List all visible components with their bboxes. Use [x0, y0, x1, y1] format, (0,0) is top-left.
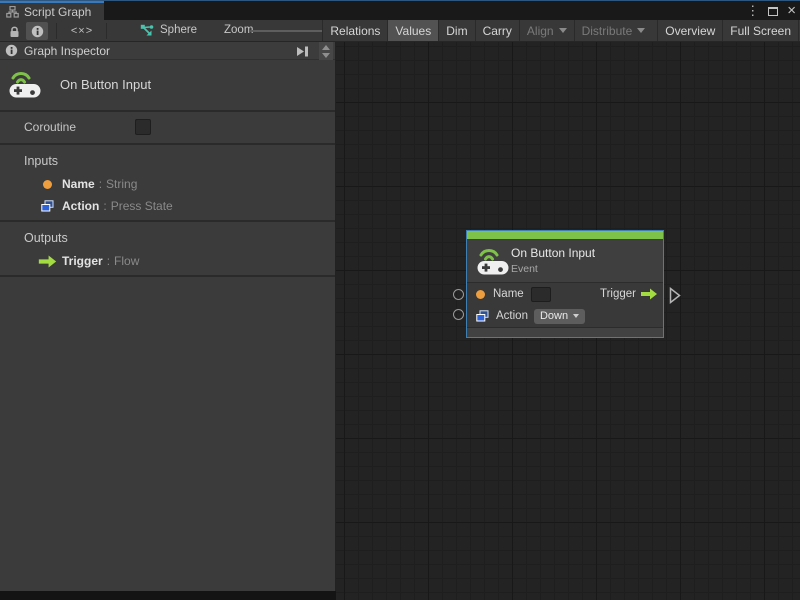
overview-button[interactable]: Overview [657, 20, 723, 41]
chevron-down-icon [573, 314, 580, 318]
flow-arrow-icon[interactable] [641, 288, 657, 300]
info-icon [31, 25, 43, 37]
section-divider [0, 275, 335, 277]
graph-inspector-panel: Graph Inspector On Button Input Coroutin… [0, 42, 336, 591]
window-maximize-icon[interactable] [768, 6, 779, 16]
toolbar-separator [106, 23, 107, 39]
gamepad-icon [8, 72, 42, 99]
distribute-dropdown[interactable]: Distribute [573, 20, 653, 41]
code-view-button[interactable]: <×> [64, 22, 100, 40]
graph-target-label[interactable]: Sphere [160, 20, 197, 41]
panel-bottom-shadow [0, 591, 336, 600]
output-row-trigger: Trigger : Flow [0, 251, 335, 271]
enum-port-icon[interactable] [476, 310, 489, 322]
tab-bar: Script Graph ⋮ × [0, 0, 800, 21]
chevron-down-icon [558, 28, 567, 33]
enum-port-icon [40, 200, 53, 212]
values-button[interactable]: Values [387, 20, 439, 41]
carry-button[interactable]: Carry [474, 20, 519, 41]
chevron-up-icon [322, 44, 330, 50]
port-type: String [106, 177, 138, 191]
dock-panel-icon[interactable] [296, 46, 309, 57]
input-port-action[interactable] [453, 309, 464, 320]
input-row-name: Name : String [0, 174, 335, 194]
node-row-name: Name Trigger [467, 283, 663, 305]
node-title: On Button Input [511, 246, 596, 260]
inspector-title: Graph Inspector [24, 43, 111, 58]
node-color-bar [467, 231, 663, 239]
action-dropdown[interactable]: Down [533, 308, 586, 324]
output-port-trigger[interactable] [669, 287, 681, 304]
panel-scroll-spinner[interactable] [319, 42, 333, 60]
port-name: Action [62, 199, 100, 213]
dim-button[interactable]: Dim [438, 20, 475, 41]
zoom-label: Zoom [224, 24, 254, 36]
graph-toolbar: <×> Sphere Zoom 1x Relations Values Dim … [0, 20, 800, 42]
on-button-input-node[interactable]: On Button Input Event Name Trigger Actio… [466, 230, 664, 338]
trigger-port-label: Trigger [600, 288, 636, 300]
code-icon: <×> [70, 25, 94, 37]
inspector-header: Graph Inspector [0, 42, 335, 60]
unity-script-graph-window: Script Graph ⋮ × <×> Sphere Zoom Relatio… [0, 0, 800, 600]
coroutine-row: Coroutine [0, 112, 335, 143]
node-footer [467, 328, 663, 337]
outputs-header: Outputs [24, 231, 68, 245]
inputs-header: Inputs [24, 154, 59, 168]
input-row-action: Action : Press State [0, 196, 335, 216]
info-icon [5, 44, 18, 57]
tab-title: Script Graph [24, 5, 92, 19]
lock-button[interactable] [4, 22, 24, 40]
toolbar-separator [56, 23, 57, 39]
graph-tab-icon [6, 6, 19, 18]
align-dropdown[interactable]: Align [518, 20, 574, 41]
coroutine-label: Coroutine [24, 120, 77, 134]
string-port-icon [42, 179, 52, 189]
flow-arrow-icon [38, 255, 56, 267]
window-controls: ⋮ × [746, 1, 796, 21]
unit-title-section: On Button Input [0, 60, 335, 110]
node-header[interactable]: On Button Input Event [467, 239, 663, 282]
chevron-down-icon [637, 28, 646, 33]
window-close-icon[interactable]: × [787, 2, 796, 20]
tab-script-graph[interactable]: Script Graph [0, 1, 104, 21]
relations-button[interactable]: Relations [322, 20, 388, 41]
node-row-action: Action Down [467, 305, 663, 327]
full-screen-button[interactable]: Full Screen [722, 20, 799, 41]
inspector-toggle-button[interactable] [26, 22, 48, 40]
outputs-section: Outputs Trigger : Flow [0, 222, 335, 275]
graph-canvas[interactable]: On Button Input Event Name Trigger Actio… [335, 42, 800, 600]
gamepad-icon [476, 249, 510, 276]
name-port-label: Name [493, 288, 524, 300]
lock-icon [10, 26, 18, 37]
action-port-label: Action [496, 310, 528, 322]
port-type: Flow [114, 254, 140, 268]
name-value-input[interactable] [530, 286, 551, 302]
coroutine-checkbox[interactable] [135, 119, 151, 135]
port-name: Trigger [62, 254, 103, 268]
input-port-name[interactable] [453, 289, 464, 300]
graph-pointer-icon [140, 24, 154, 36]
unit-title: On Button Input [60, 77, 152, 92]
window-menu-icon[interactable]: ⋮ [746, 1, 759, 21]
port-name: Name [62, 177, 95, 191]
toolbar-button-group: Relations Values Dim Carry Align Distrib… [322, 20, 799, 41]
inputs-section: Inputs Name : String Action : Press Stat… [0, 145, 335, 220]
port-type: Press State [110, 199, 173, 213]
chevron-down-icon [322, 52, 330, 58]
string-port-icon[interactable] [476, 289, 485, 299]
node-body: Name Trigger Action Down [467, 283, 663, 327]
node-subtitle: Event [511, 263, 538, 275]
